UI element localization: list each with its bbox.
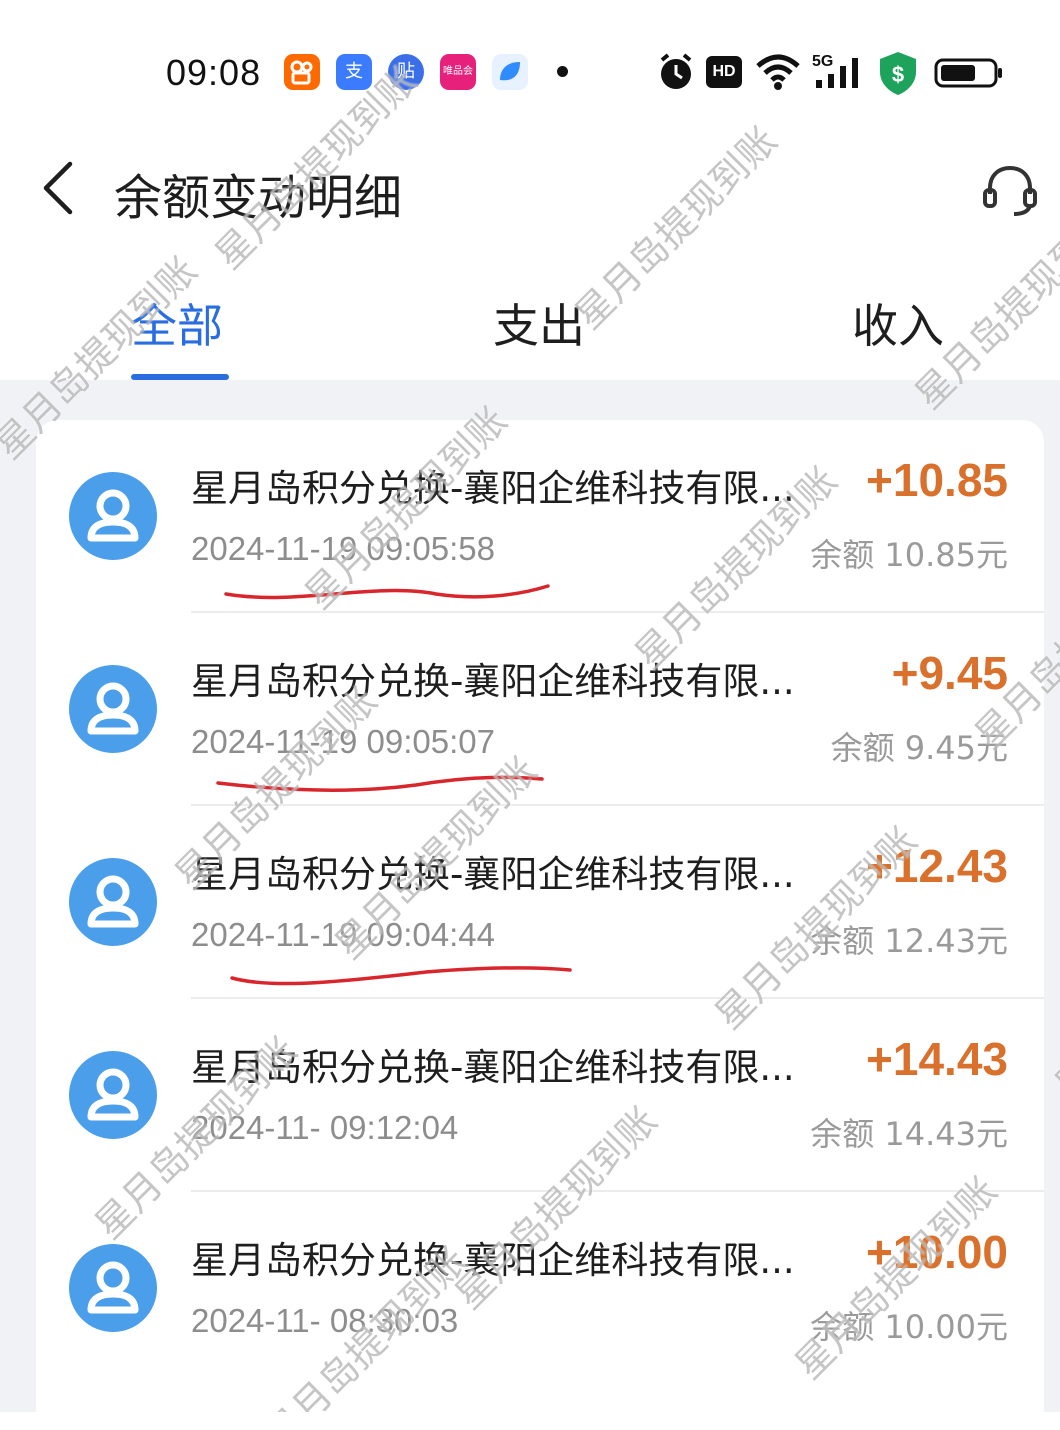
svg-text:5G: 5G bbox=[812, 53, 833, 70]
red-underline-annotation bbox=[176, 966, 572, 996]
transaction-title: 星月岛积分兑换-襄阳企维科技有限... bbox=[191, 1239, 795, 1282]
header: 余额变动明细 bbox=[0, 140, 1060, 240]
transaction-row[interactable]: 星月岛积分兑换-襄阳企维科技有限... 2024-11-19 09:04:44 +1… bbox=[36, 806, 1044, 999]
transaction-title: 星月岛积分兑换-襄阳企维科技有限... bbox=[191, 467, 795, 510]
transaction-amount: +14.43 bbox=[866, 1033, 1008, 1085]
transaction-time: 2024-11-19 09:04:44 bbox=[191, 916, 495, 953]
vipshop-icon: 唯品会 bbox=[440, 54, 476, 90]
red-underline-annotation bbox=[176, 773, 546, 803]
tab-income[interactable]: 收入 bbox=[852, 290, 944, 356]
transaction-time: 2024-11-19 09:05:07 bbox=[191, 723, 495, 760]
transaction-title: 星月岛积分兑换-襄阳企维科技有限... bbox=[191, 853, 795, 896]
transaction-row[interactable]: 星月岛积分兑换-襄阳企维科技有限... 2024-11-19 09:05:07 +9… bbox=[36, 613, 1044, 806]
transaction-balance: 余额 10.85元 bbox=[810, 536, 1008, 574]
kuaishou-icon bbox=[284, 54, 320, 90]
notification-dot-icon bbox=[557, 66, 568, 77]
user-avatar-icon bbox=[69, 858, 157, 946]
transaction-balance: 余额 14.43元 bbox=[810, 1115, 1008, 1153]
transaction-amount: +9.45 bbox=[891, 647, 1008, 699]
tab-expense[interactable]: 支出 bbox=[493, 290, 585, 356]
transaction-amount: +12.43 bbox=[866, 840, 1008, 892]
customer-service-button[interactable] bbox=[980, 160, 1040, 220]
red-underline-annotation bbox=[176, 580, 550, 610]
transaction-row[interactable]: 星月岛积分兑换-襄阳企维科技有限... 2024-11- 09:12:04 +14.… bbox=[36, 999, 1044, 1192]
user-avatar-icon bbox=[69, 1051, 157, 1139]
transaction-time: 2024-11- 08:30:03 bbox=[191, 1302, 459, 1339]
transaction-row[interactable]: 星月岛积分兑换-襄阳企维科技有限... 2024-11-19 09:05:58 +1… bbox=[36, 420, 1044, 613]
transaction-time: 2024-11-19 09:05:58 bbox=[191, 530, 495, 567]
wifi-icon bbox=[754, 50, 802, 96]
user-avatar-icon bbox=[69, 1244, 157, 1332]
hd-icon: HD bbox=[706, 56, 742, 88]
blue-app-icon bbox=[492, 54, 528, 90]
status-bar: 09:08 支 贴 唯品会 HD 5G $ bbox=[0, 0, 1060, 140]
signal-5g-icon: 5G bbox=[812, 50, 864, 98]
transaction-balance: 余额 9.45元 bbox=[830, 729, 1008, 767]
alipay-icon: 支 bbox=[336, 54, 372, 90]
svg-text:$: $ bbox=[892, 62, 904, 87]
tieba-icon: 贴 bbox=[388, 54, 424, 90]
tab-all[interactable]: 全部 bbox=[131, 290, 223, 356]
battery-icon bbox=[934, 58, 1004, 92]
headset-icon bbox=[983, 165, 1037, 216]
transaction-amount: +10.85 bbox=[866, 454, 1008, 506]
transaction-title: 星月岛积分兑换-襄阳企维科技有限... bbox=[191, 1046, 795, 1089]
status-time: 09:08 bbox=[166, 52, 262, 93]
chevron-left-icon bbox=[43, 161, 73, 215]
transaction-title: 星月岛积分兑换-襄阳企维科技有限... bbox=[191, 660, 795, 703]
alarm-icon bbox=[656, 50, 696, 98]
tab-bar: 全部 支出 收入 bbox=[0, 270, 1060, 380]
user-avatar-icon bbox=[69, 665, 157, 753]
transaction-time: 2024-11- 09:12:04 bbox=[191, 1109, 459, 1146]
transaction-balance: 余额 12.43元 bbox=[810, 922, 1008, 960]
back-button[interactable] bbox=[36, 160, 86, 216]
user-avatar-icon bbox=[69, 472, 157, 560]
page-title: 余额变动明细 bbox=[114, 170, 403, 226]
transaction-row[interactable]: 星月岛积分兑换-襄阳企维科技有限... 2024-11- 08:30:03 +10.… bbox=[36, 1192, 1044, 1385]
transaction-amount: +10.00 bbox=[866, 1226, 1008, 1278]
security-shield-icon: $ bbox=[876, 50, 920, 100]
transaction-balance: 余额 10.00元 bbox=[810, 1308, 1008, 1346]
